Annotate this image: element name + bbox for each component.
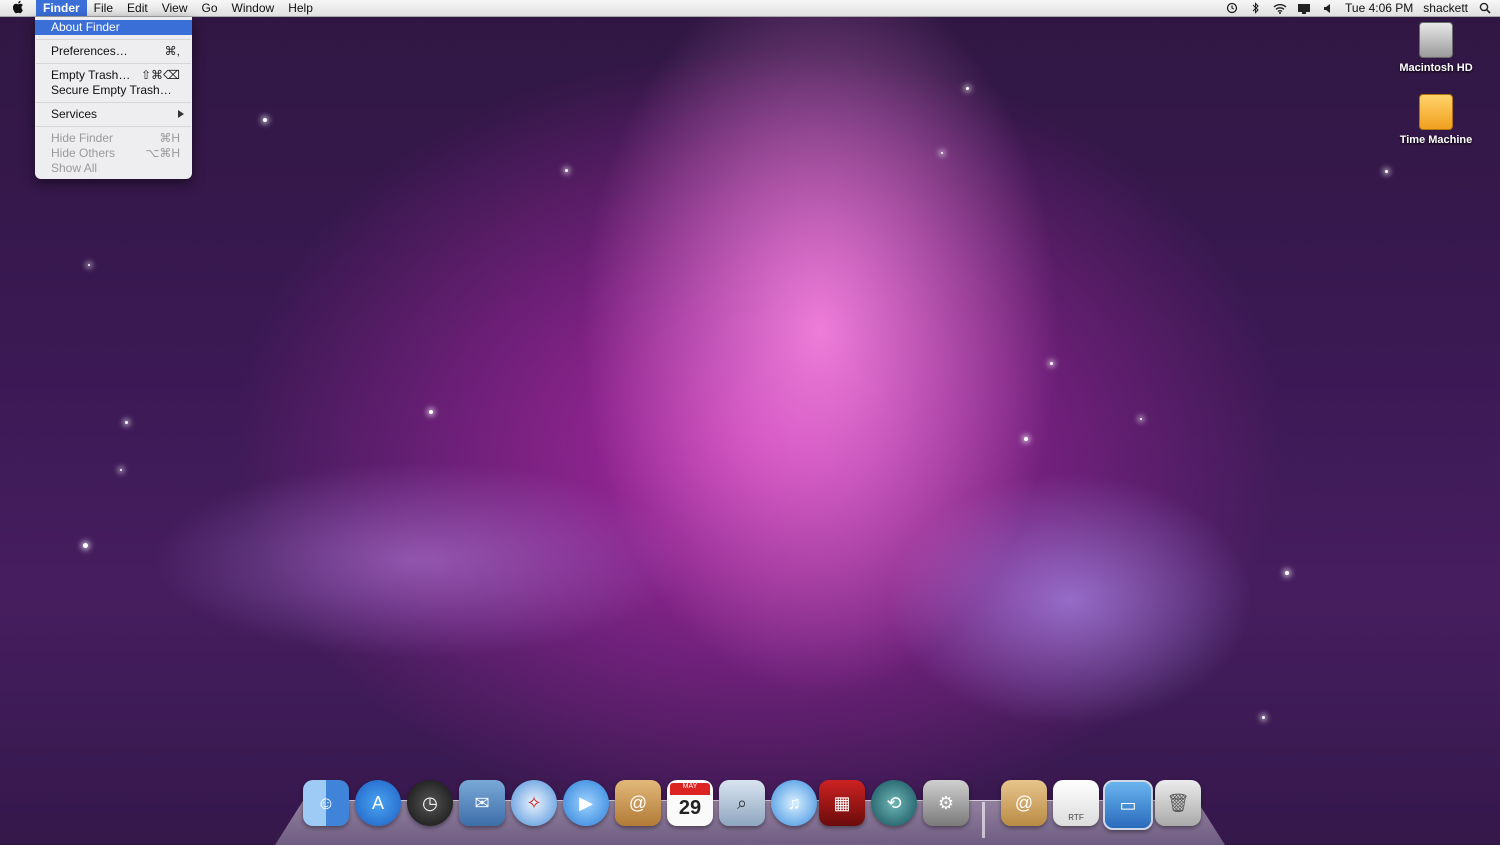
menu-item-label: Hide Finder xyxy=(51,131,114,145)
star xyxy=(1385,170,1388,173)
dock-mail-icon[interactable]: ✉ xyxy=(459,780,505,826)
wifi-icon[interactable] xyxy=(1273,1,1287,15)
menu-item-label: Services xyxy=(51,107,98,121)
menu-window[interactable]: Window xyxy=(225,0,282,16)
dock-photo-booth-icon[interactable]: ▦ xyxy=(819,780,865,826)
dock-address-book-icon[interactable]: @ xyxy=(615,780,661,826)
menu-finder[interactable]: Finder xyxy=(36,0,87,16)
star xyxy=(1140,418,1142,420)
star xyxy=(120,469,122,471)
menu-item-label: Show All xyxy=(51,161,98,175)
menu-item-label: Hide Others xyxy=(51,146,116,160)
menu-item-shortcut: ⌘H xyxy=(159,131,180,145)
dock-app-store-icon[interactable]: A xyxy=(355,780,401,826)
time-machine-icon[interactable] xyxy=(1225,1,1239,15)
rtf-label: RTF xyxy=(1068,813,1084,822)
dock-system-preferences-icon[interactable]: ⚙ xyxy=(923,780,969,826)
menu-edit[interactable]: Edit xyxy=(120,0,155,16)
star xyxy=(1262,716,1265,719)
bluetooth-icon[interactable] xyxy=(1249,1,1263,15)
calendar-month: MAY xyxy=(670,783,710,795)
menu-item-shortcut: ⌥⌘H xyxy=(145,146,181,160)
external-drive-icon xyxy=(1419,94,1453,130)
star xyxy=(565,169,568,172)
submenu-arrow-icon xyxy=(178,110,184,118)
menu-item-about-finder[interactable]: About Finder xyxy=(35,20,192,35)
menu-item-show-all[interactable]: Show All xyxy=(35,161,192,176)
star xyxy=(263,118,267,122)
dock-preview-icon[interactable]: ⌕ xyxy=(719,780,765,826)
menu-item-secure-empty-trash[interactable]: Secure Empty Trash… xyxy=(35,83,192,98)
display-icon[interactable] xyxy=(1297,1,1311,15)
menu-separator xyxy=(36,39,191,40)
menu-go[interactable]: Go xyxy=(195,0,225,16)
menu-view[interactable]: View xyxy=(155,0,195,16)
dock-itunes-icon[interactable]: ♫ xyxy=(771,780,817,826)
dock-separator xyxy=(982,802,985,838)
menu-separator xyxy=(36,102,191,103)
desktop-icon-label: Macintosh HD xyxy=(1399,62,1473,74)
menu-separator xyxy=(36,63,191,64)
star xyxy=(125,421,128,424)
dock-downloads-stack-icon[interactable]: @ xyxy=(1001,780,1047,826)
star xyxy=(88,264,90,266)
volume-icon[interactable] xyxy=(1321,1,1335,15)
menu-item-empty-trash[interactable]: Empty Trash… ⇧⌘⌫ xyxy=(35,68,192,83)
star xyxy=(83,543,88,548)
menu-item-label: Empty Trash… xyxy=(51,68,131,82)
star xyxy=(429,410,433,414)
dock-rtf-document-icon[interactable]: RTF xyxy=(1053,780,1099,826)
menu-item-preferences[interactable]: Preferences… ⌘, xyxy=(35,44,192,59)
menu-separator xyxy=(36,126,191,127)
calendar-day: 29 xyxy=(678,796,702,819)
apple-menu-icon[interactable] xyxy=(0,0,36,17)
dock-ical-icon[interactable]: MAY 29 xyxy=(667,780,713,826)
desktop-icon-label: Time Machine xyxy=(1399,134,1473,146)
dock-time-machine-icon[interactable]: ⟲ xyxy=(871,780,917,826)
menu-item-shortcut: ⇧⌘⌫ xyxy=(140,68,180,82)
menu-item-shortcut: ⌘, xyxy=(164,44,180,58)
menu-file[interactable]: File xyxy=(87,0,120,16)
desktop-icon-macintosh-hd[interactable]: Macintosh HD xyxy=(1391,22,1481,74)
star xyxy=(966,87,969,90)
desktop-icon-time-machine[interactable]: Time Machine xyxy=(1391,94,1481,146)
dock-ichat-icon[interactable]: ▶ xyxy=(563,780,609,826)
menu-item-label: About Finder xyxy=(51,20,120,34)
spotlight-icon[interactable] xyxy=(1478,1,1492,15)
star xyxy=(941,152,943,154)
hard-drive-icon xyxy=(1419,22,1453,58)
star xyxy=(1050,362,1053,365)
dock-trash-icon[interactable]: 🗑 xyxy=(1155,780,1201,826)
dock-dashboard-icon[interactable]: ◷ xyxy=(407,780,453,826)
menubar-user[interactable]: shackett xyxy=(1423,1,1468,15)
menubar-status: Tue 4:06 PM shackett xyxy=(1225,0,1492,16)
menu-item-hide-finder[interactable]: Hide Finder ⌘H xyxy=(35,131,192,146)
menu-help[interactable]: Help xyxy=(281,0,320,16)
menubar-clock[interactable]: Tue 4:06 PM xyxy=(1345,1,1413,15)
menu-bar: Finder File Edit View Go Window Help Tue… xyxy=(0,0,1500,17)
menu-item-services[interactable]: Services xyxy=(35,107,192,122)
dock-safari-icon[interactable]: ✧ xyxy=(511,780,557,826)
menu-item-hide-others[interactable]: Hide Others ⌥⌘H xyxy=(35,146,192,161)
star xyxy=(1285,571,1289,575)
star xyxy=(1024,437,1028,441)
menu-item-label: Secure Empty Trash… xyxy=(51,83,172,97)
dock-finder-icon[interactable]: ☺ xyxy=(303,780,349,826)
menu-item-label: Preferences… xyxy=(51,44,128,58)
dock-desktop-stack-icon[interactable]: ▭ xyxy=(1103,780,1153,830)
finder-menu-dropdown: About Finder Preferences… ⌘, Empty Trash… xyxy=(35,17,192,179)
